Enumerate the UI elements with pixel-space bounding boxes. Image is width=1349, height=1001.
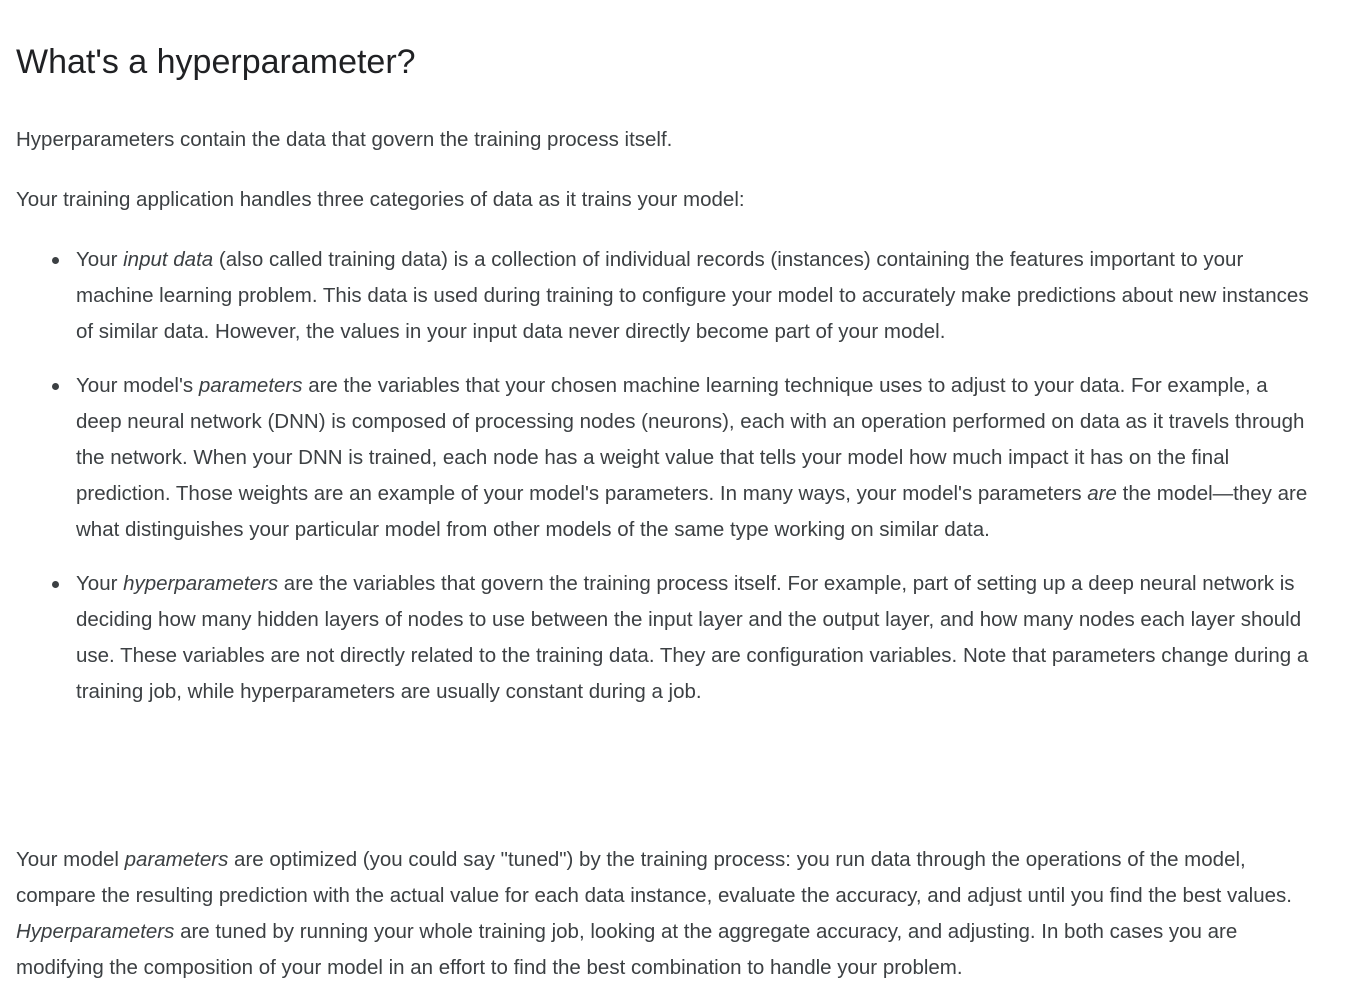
categories-lead-paragraph: Your training application handles three … bbox=[16, 188, 745, 211]
bullet-term: hyperparameters bbox=[123, 572, 279, 595]
article-body: What's a hyperparameter? Hyperparameters… bbox=[16, 38, 1316, 979]
final-term-parameters: parameters bbox=[124, 848, 229, 871]
bullet-text-start: Your bbox=[76, 248, 124, 271]
bullet-text-start: Your bbox=[76, 572, 124, 595]
bullet-text-start: Your model's bbox=[76, 374, 199, 397]
bullet-term: parameters bbox=[198, 374, 303, 397]
final-text-start: Your model bbox=[16, 848, 125, 871]
bullet-emphasis: are bbox=[1087, 482, 1117, 505]
list-item-parameters: Your model's parameters are the variable… bbox=[52, 368, 1316, 548]
final-term-hyperparameters: Hyperparameters bbox=[16, 920, 175, 943]
bullet-term: input data bbox=[123, 248, 214, 271]
page-title: What's a hyperparameter? bbox=[16, 43, 416, 81]
bullet-icon bbox=[52, 257, 59, 264]
tuning-paragraph: Your model parameters are optimized (you… bbox=[16, 842, 1306, 986]
intro-paragraph: Hyperparameters contain the data that go… bbox=[16, 128, 673, 151]
data-categories-list: Your input data (also called training da… bbox=[16, 242, 1316, 728]
bullet-icon bbox=[52, 383, 59, 390]
list-item-hyperparameters: Your hyperparameters are the variables t… bbox=[52, 566, 1316, 710]
bullet-text-rest: (also called training data) is a collect… bbox=[76, 248, 1309, 343]
bullet-icon bbox=[52, 581, 59, 588]
final-text-rest: are tuned by running your whole training… bbox=[16, 920, 1238, 979]
list-item-input-data: Your input data (also called training da… bbox=[52, 242, 1316, 350]
